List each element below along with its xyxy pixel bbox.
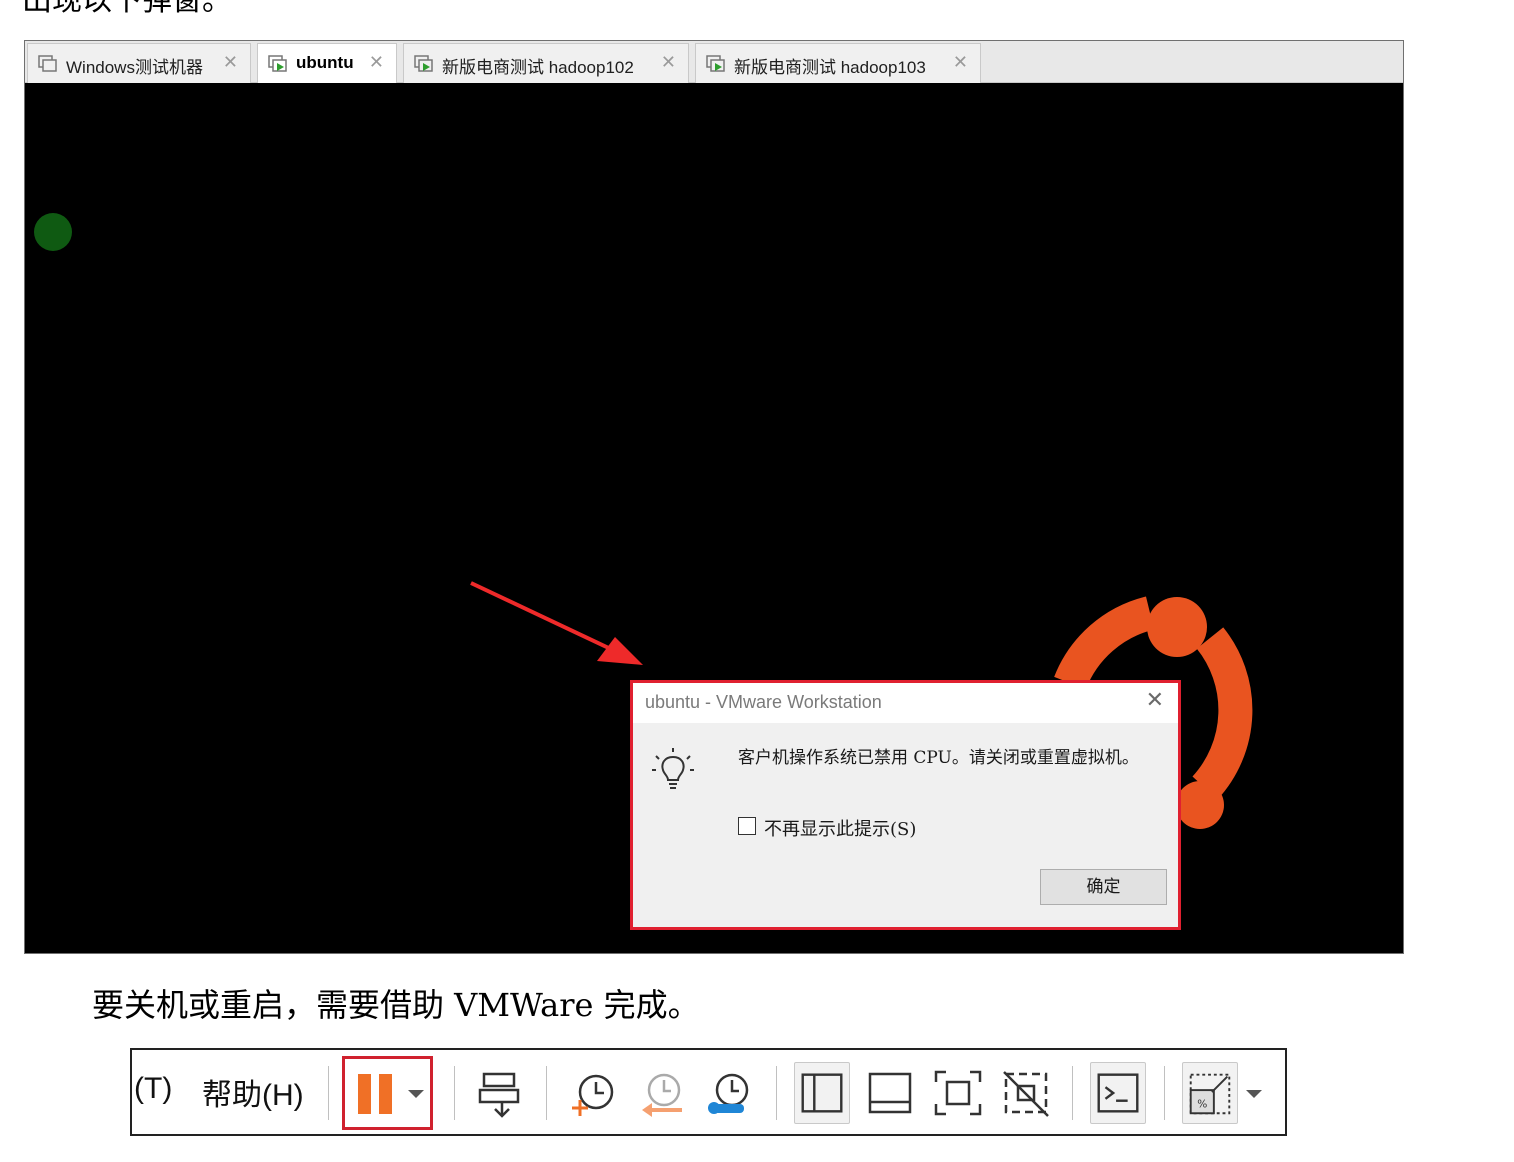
tab-hadoop103[interactable]: 新版电商测试 hadoop103 ✕ [695, 43, 981, 83]
unity-button[interactable] [998, 1062, 1054, 1124]
lightbulb-icon [652, 748, 694, 789]
view-library-icon [801, 1073, 843, 1113]
snapshot-revert-icon [642, 1073, 682, 1117]
fullscreen-icon [934, 1070, 982, 1116]
cpu-disabled-dialog: ubuntu - VMware Workstation ✕ 客户机操作系统已禁用… [630, 680, 1181, 930]
vm-console-screen[interactable]: ubuntu - VMware Workstation ✕ 客户机操作系统已禁用… [25, 83, 1403, 953]
preceding-text: 出现以下弹窗。 [22, 0, 232, 18]
close-icon[interactable]: ✕ [953, 53, 968, 73]
stretch-menu-dropdown[interactable] [1242, 1062, 1266, 1124]
stretch-guest-icon: % [1189, 1073, 1231, 1115]
toolbar-divider [454, 1066, 455, 1120]
tab-label: 新版电商测试 hadoop102 [442, 58, 634, 77]
unity-icon [1003, 1071, 1049, 1117]
snapshot-manager-button[interactable] [702, 1062, 758, 1124]
close-icon[interactable]: ✕ [1146, 690, 1164, 712]
stretch-guest-button[interactable]: % [1182, 1062, 1238, 1124]
dialog-message: 客户机操作系统已禁用 CPU。请关闭或重置虚拟机。 [738, 748, 1139, 768]
toolbar-divider [1164, 1066, 1165, 1120]
close-icon[interactable]: ✕ [223, 53, 238, 73]
vm-running-icon [414, 55, 433, 72]
tab-ubuntu[interactable]: ubuntu ✕ [257, 43, 397, 83]
close-icon[interactable]: ✕ [661, 53, 676, 73]
vmware-window: Windows测试机器 ✕ ubuntu ✕ 新版电商测试 hadoop102 … [24, 40, 1404, 954]
send-ctrl-alt-del-icon [478, 1072, 520, 1118]
console-icon [1097, 1073, 1139, 1113]
view-library-button[interactable] [794, 1062, 850, 1124]
status-dot-icon [34, 213, 72, 251]
dropdown-arrow-icon [1246, 1090, 1262, 1098]
revert-snapshot-button[interactable] [634, 1062, 690, 1124]
menu-tools[interactable]: (T) [134, 1072, 172, 1106]
dialog-titlebar: ubuntu - VMware Workstation ✕ [633, 683, 1178, 723]
vmware-toolbar: (T) 帮助(H) % [130, 1048, 1287, 1136]
menu-help[interactable]: 帮助(H) [202, 1070, 304, 1114]
tab-label: 新版电商测试 hadoop103 [734, 58, 926, 77]
vm-tab-bar: Windows测试机器 ✕ ubuntu ✕ 新版电商测试 hadoop102 … [25, 41, 1403, 83]
toolbar-divider [1072, 1066, 1073, 1120]
toolbar-divider [776, 1066, 777, 1120]
dont-show-again-checkbox[interactable] [738, 817, 756, 835]
snapshot-manager-icon [708, 1073, 749, 1114]
vm-running-icon [706, 55, 725, 72]
caption-text: 要关机或重启，需要借助 VMWare 完成。 [92, 986, 700, 1024]
checkbox-label: 不再显示此提示(S) [764, 819, 917, 840]
svg-text:%: % [1197, 1098, 1207, 1110]
view-thumbnail-button[interactable] [862, 1062, 918, 1124]
send-ctrl-alt-del-button[interactable] [472, 1062, 528, 1124]
tab-hadoop102[interactable]: 新版电商测试 hadoop102 ✕ [403, 43, 689, 83]
console-view-button[interactable] [1090, 1062, 1146, 1124]
toolbar-divider [328, 1066, 329, 1120]
toolbar-divider [546, 1066, 547, 1120]
dialog-title: ubuntu - VMware Workstation [645, 692, 882, 712]
view-thumbnail-icon [868, 1072, 912, 1114]
take-snapshot-button[interactable] [566, 1062, 622, 1124]
tab-windows[interactable]: Windows测试机器 ✕ [27, 43, 251, 83]
snapshot-take-icon [572, 1074, 614, 1116]
vm-icon [38, 55, 57, 72]
tab-label: ubuntu [296, 53, 354, 72]
vm-running-icon [268, 55, 287, 72]
annotation-arrow-icon [470, 581, 643, 665]
fullscreen-button[interactable] [930, 1062, 986, 1124]
close-icon[interactable]: ✕ [369, 53, 384, 73]
tab-label: Windows测试机器 [66, 58, 203, 77]
ok-button[interactable]: 确定 [1040, 869, 1167, 905]
highlight-box [342, 1056, 433, 1130]
